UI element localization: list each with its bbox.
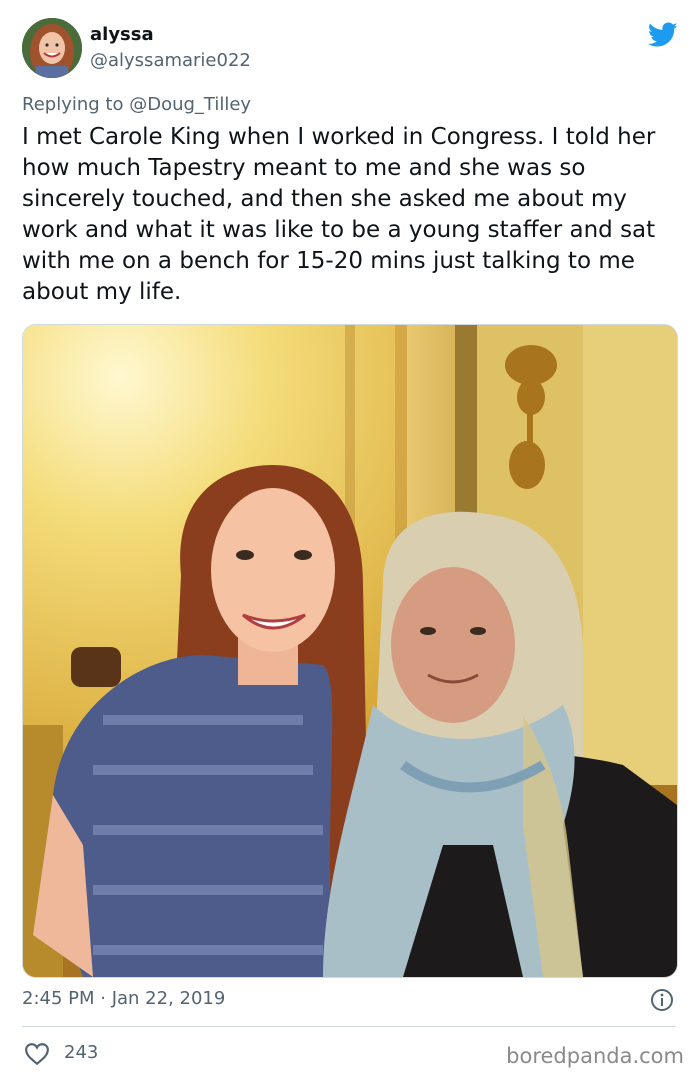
replying-to-label: Replying to	[22, 94, 130, 115]
replying-to: Replying to @Doug_Tilley	[22, 94, 251, 115]
tweet-photo[interactable]	[22, 324, 678, 978]
user-name[interactable]: alyssa	[90, 24, 154, 45]
tweet-timestamp[interactable]: 2:45 PM · Jan 22, 2019	[22, 988, 225, 1009]
user-handle[interactable]: @alyssamarie022	[90, 50, 251, 71]
avatar[interactable]	[22, 18, 82, 78]
tweet-text: I met Carole King when I worked in Congr…	[22, 124, 656, 305]
info-icon[interactable]	[650, 988, 674, 1012]
divider	[22, 1026, 676, 1027]
tweet-card: alyssa @alyssamarie022 Replying to @Doug…	[0, 0, 700, 1080]
twitter-bird-icon[interactable]	[647, 22, 678, 48]
tweet-header: alyssa @alyssamarie022	[22, 18, 682, 82]
like-count: 243	[64, 1042, 99, 1063]
heart-icon[interactable]	[24, 1042, 50, 1066]
watermark: boredpanda.com	[506, 1044, 684, 1068]
reply-mention-link[interactable]: @Doug_Tilley	[129, 94, 251, 115]
